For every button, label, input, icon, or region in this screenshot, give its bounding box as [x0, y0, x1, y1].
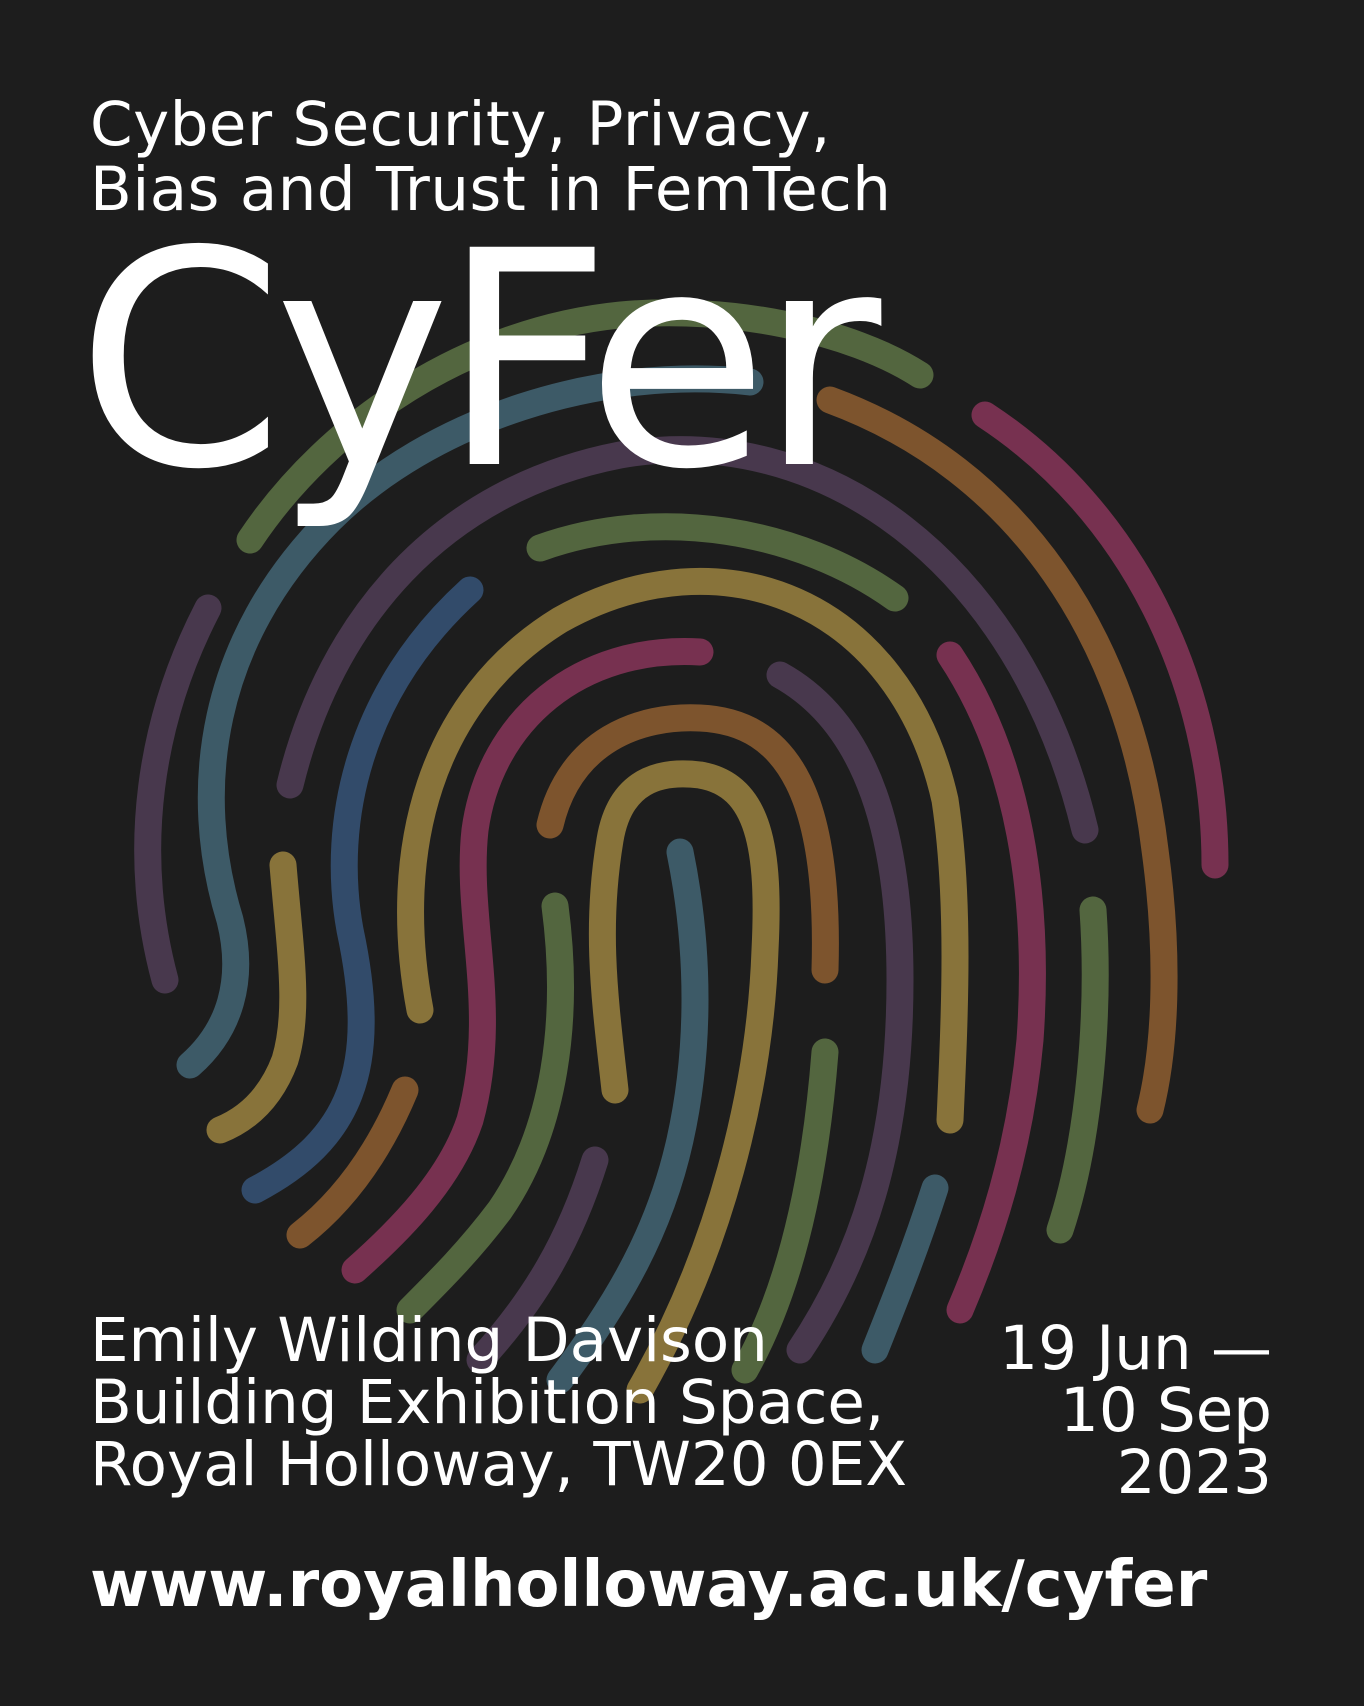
venue-address: Emily Wilding Davison Building Exhibitio…	[90, 1310, 907, 1496]
venue-line: Emily Wilding Davison	[90, 1305, 768, 1376]
date-line: 19 Jun —	[999, 1313, 1272, 1384]
website-url: www.royalholloway.ac.uk/cyfer	[90, 1548, 1208, 1622]
venue-line: Royal Holloway, TW20 0EX	[90, 1429, 908, 1500]
venue-line: Building Exhibition Space,	[90, 1367, 885, 1438]
fingerprint-ridge	[1046, 896, 1109, 1244]
subtitle-line: Cyber Security, Privacy,	[90, 89, 831, 160]
date-line: 2023	[1116, 1437, 1272, 1508]
page-title: CyFer	[76, 188, 881, 535]
event-poster: Cyber Security, Privacy, Bias and Trust …	[0, 0, 1364, 1706]
event-dates: 19 Jun — 10 Sep 2023	[999, 1318, 1272, 1504]
date-line: 10 Sep	[1060, 1375, 1272, 1446]
